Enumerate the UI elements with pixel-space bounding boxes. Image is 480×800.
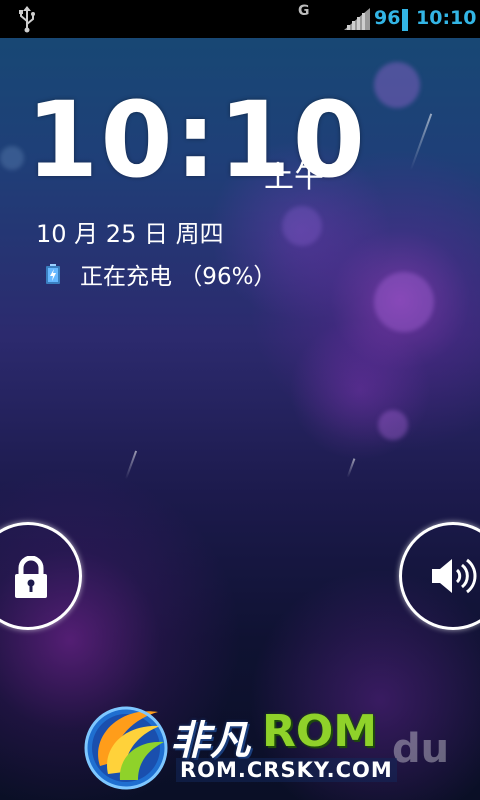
lock-icon (15, 556, 47, 598)
signal-icon (344, 8, 370, 30)
battery-charging-icon (46, 264, 60, 284)
charging-text: 正在充电 （96%） (80, 264, 277, 290)
crsky-logo-icon (84, 706, 168, 790)
date-text: 10 月 25 日 周四 (36, 220, 224, 248)
bokeh-light (0, 146, 24, 170)
sound-toggle-button[interactable] (399, 522, 480, 630)
bokeh-light (282, 206, 322, 246)
lockscreen: G 96 10:10 10:10 上午 10 月 25 日 周四 正在充电 （9… (0, 0, 480, 800)
network-type-label: G (298, 3, 310, 19)
bokeh-light (378, 410, 408, 440)
status-time: 10:10 (416, 7, 477, 29)
unlock-button[interactable] (0, 522, 82, 630)
bokeh-light (374, 272, 434, 332)
watermark-url: ROM.CRSKY.COM (176, 758, 397, 782)
speaker-icon (432, 558, 477, 594)
battery-icon (402, 9, 408, 31)
light-streak (124, 450, 138, 480)
light-streak (409, 113, 433, 171)
bokeh-light (374, 62, 420, 108)
clock-ampm: 上午 (264, 160, 324, 195)
usb-icon (19, 6, 35, 33)
watermark-title-rom: ROM (262, 706, 378, 757)
battery-percent: 96 (374, 7, 401, 29)
watermark: 非凡 ROM du ROM.CRSKY.COM (80, 696, 480, 800)
status-bar: G 96 10:10 (0, 0, 480, 38)
watermark-ghost-text: du (392, 726, 450, 772)
light-streak (346, 458, 356, 478)
